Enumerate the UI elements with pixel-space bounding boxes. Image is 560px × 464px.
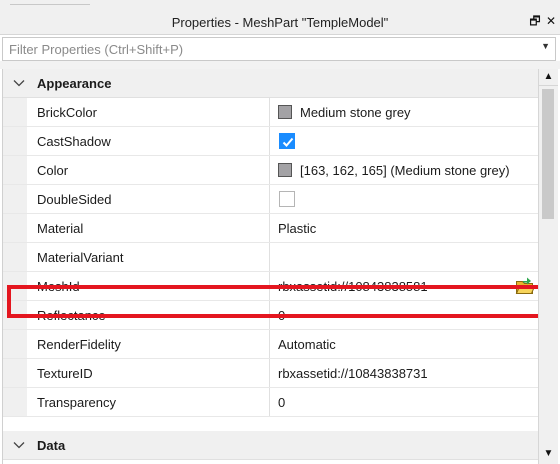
- row-gutter: [3, 388, 27, 416]
- property-value[interactable]: Automatic: [278, 337, 336, 352]
- property-row-reflectance[interactable]: Reflectance 0: [3, 301, 538, 330]
- column-divider[interactable]: [269, 330, 270, 358]
- category-appearance[interactable]: Appearance: [3, 69, 538, 98]
- brickcolor-value: Medium stone grey: [300, 105, 411, 120]
- chevron-down-icon[interactable]: ▼: [541, 41, 550, 51]
- property-row-color[interactable]: Color [163, 162, 165] (Medium stone grey…: [3, 156, 538, 185]
- row-gutter: [3, 98, 27, 126]
- window-title: Properties - MeshPart "TempleModel": [171, 15, 389, 30]
- property-name: BrickColor: [37, 105, 97, 120]
- property-grid: Appearance BrickColor Medium stone grey …: [2, 69, 538, 464]
- column-divider[interactable]: [269, 98, 270, 126]
- row-gutter: [3, 185, 27, 213]
- row-gutter: [3, 330, 27, 358]
- category-label: Appearance: [37, 76, 112, 91]
- castshadow-checkbox[interactable]: [279, 133, 295, 149]
- tree-ghost: [10, 0, 90, 5]
- property-row-meshid[interactable]: MeshId rbxassetid://10843838581: [3, 272, 538, 301]
- property-row-textureid[interactable]: TextureID rbxassetid://10843838731: [3, 359, 538, 388]
- column-divider[interactable]: [269, 185, 270, 213]
- property-name: RenderFidelity: [37, 337, 121, 352]
- property-value[interactable]: 0: [278, 395, 285, 410]
- category-label: Data: [37, 438, 66, 453]
- property-name: CastShadow: [37, 134, 111, 149]
- property-row-transparency[interactable]: Transparency 0: [3, 388, 538, 417]
- property-name: MeshId: [37, 279, 80, 294]
- property-name: DoubleSided: [37, 192, 112, 207]
- row-gutter: [3, 214, 27, 242]
- filter-properties-input[interactable]: [9, 40, 529, 58]
- category-data[interactable]: Data: [3, 431, 538, 460]
- scroll-up-arrow-icon[interactable]: ▲: [539, 69, 558, 86]
- property-value[interactable]: Medium stone grey: [278, 105, 411, 120]
- property-name: Material: [37, 221, 84, 236]
- folder-open-icon[interactable]: [515, 276, 535, 296]
- property-row-materialvariant[interactable]: MaterialVariant: [3, 243, 538, 272]
- top-strip: [0, 0, 560, 10]
- property-row-doublesided[interactable]: DoubleSided: [3, 185, 538, 214]
- spacer: [0, 61, 560, 69]
- color-value: [163, 162, 165] (Medium stone grey): [300, 163, 510, 178]
- column-divider[interactable]: [269, 127, 270, 155]
- column-divider[interactable]: [269, 301, 270, 329]
- property-value[interactable]: rbxassetid://10843838581: [278, 279, 428, 294]
- close-icon[interactable]: ✕: [544, 14, 558, 29]
- row-gutter: [3, 127, 27, 155]
- property-name: MaterialVariant: [37, 250, 124, 265]
- property-name: Transparency: [37, 395, 116, 410]
- property-name: Reflectance: [37, 308, 106, 323]
- property-value[interactable]: [163, 162, 165] (Medium stone grey): [278, 163, 510, 178]
- property-row-renderfidelity[interactable]: RenderFidelity Automatic: [3, 330, 538, 359]
- column-divider[interactable]: [269, 214, 270, 242]
- row-gutter: [3, 243, 27, 271]
- property-row-brickcolor[interactable]: BrickColor Medium stone grey: [3, 98, 538, 127]
- color-swatch[interactable]: [278, 105, 292, 119]
- scroll-thumb[interactable]: [542, 89, 554, 219]
- scroll-down-arrow-icon[interactable]: ▼: [539, 446, 558, 462]
- row-gutter: [3, 359, 27, 387]
- column-divider[interactable]: [269, 243, 270, 271]
- column-divider[interactable]: [269, 388, 270, 416]
- column-divider[interactable]: [269, 359, 270, 387]
- restore-window-icon[interactable]: 🗗: [528, 14, 542, 29]
- property-name: Color: [37, 163, 69, 178]
- color-swatch[interactable]: [278, 163, 292, 177]
- row-gutter: [3, 301, 27, 329]
- property-value[interactable]: 0: [278, 308, 285, 323]
- doublesided-checkbox[interactable]: [279, 191, 295, 207]
- chevron-down-icon[interactable]: [13, 439, 25, 451]
- title-bar: Properties - MeshPart "TempleModel" 🗗 ✕: [0, 10, 560, 35]
- property-name: TextureID: [37, 366, 93, 381]
- property-value[interactable]: Plastic: [278, 221, 316, 236]
- row-gutter: [3, 156, 27, 184]
- filter-properties-field[interactable]: ▼: [2, 37, 556, 61]
- checkmark-icon: [282, 137, 294, 147]
- chevron-down-icon[interactable]: [13, 77, 25, 89]
- property-value[interactable]: rbxassetid://10843838731: [278, 366, 428, 381]
- row-gutter: [3, 272, 27, 300]
- vertical-scrollbar[interactable]: ▲ ▼: [538, 69, 558, 464]
- property-row-castshadow[interactable]: CastShadow: [3, 127, 538, 156]
- column-divider[interactable]: [269, 272, 270, 300]
- property-row-material[interactable]: Material Plastic: [3, 214, 538, 243]
- column-divider[interactable]: [269, 156, 270, 184]
